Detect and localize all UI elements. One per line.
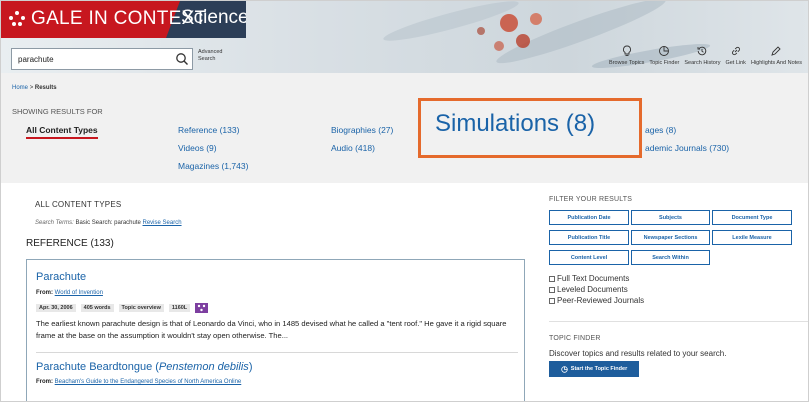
content-type-academic-journals[interactable]: ademic Journals (730) — [645, 143, 729, 153]
start-topic-finder-label: Start the Topic Finder — [570, 366, 628, 372]
breadcrumb-home[interactable]: Home — [12, 85, 28, 91]
filter-lexile-measure[interactable]: Lexile Measure — [712, 230, 792, 245]
checkbox-peer-reviewed[interactable]: Peer-Reviewed Journals — [549, 295, 644, 306]
topic-finder-label: Topic Finder — [649, 60, 680, 66]
filter-document-type[interactable]: Document Type — [712, 210, 792, 225]
browse-topics-button[interactable]: Browse Topics — [609, 45, 644, 66]
result-date: Apr. 30, 2006 — [36, 304, 76, 312]
search-terms: Search Terms: Basic Search: parachute Re… — [35, 220, 182, 226]
simulations-callout-text[interactable]: Simulations (8) — [435, 110, 595, 138]
result-lexile: 1160L — [168, 304, 191, 312]
checkbox-box[interactable] — [549, 297, 555, 304]
source-link-2[interactable]: Beacham's Guide to the Endangered Specie… — [55, 379, 242, 385]
filter-checkboxes: Full Text Documents Leveled Documents Pe… — [549, 273, 644, 306]
gale-logo-icon — [9, 11, 25, 27]
search-box — [11, 48, 193, 70]
search-history-button[interactable]: Search History — [684, 45, 720, 66]
content-type-reference[interactable]: Reference (133) — [178, 125, 239, 135]
right-divider — [549, 321, 808, 322]
content-type-biographies[interactable]: Biographies (27) — [331, 125, 393, 135]
search-icon[interactable] — [175, 52, 189, 66]
content-type-images[interactable]: ages (8) — [645, 125, 676, 135]
result-source: From: World of Invention — [36, 290, 103, 296]
from-label-2: From: — [36, 379, 53, 385]
result-meta: Apr. 30, 2006 405 words Topic overview 1… — [36, 303, 209, 313]
toolbar: Browse Topics Topic Finder Search Histor… — [609, 45, 802, 66]
browse-topics-label: Browse Topics — [609, 60, 645, 66]
breadcrumb-separator: > — [29, 85, 34, 91]
filter-publication-date[interactable]: Publication Date — [549, 210, 629, 225]
pencil-icon — [771, 46, 782, 56]
brand-bar: GALE IN CONTEXT Science — [1, 1, 246, 38]
lightbulb-icon — [622, 45, 631, 56]
content-type-all[interactable]: All Content Types — [26, 125, 98, 139]
filter-content-level[interactable]: Content Level — [549, 250, 629, 265]
simulations-callout[interactable]: Simulations (8) — [418, 98, 642, 158]
filter-search-within[interactable]: Search Within — [631, 250, 710, 265]
topic-finder-title: TOPIC FINDER — [549, 335, 601, 342]
results-summary-panel: Home > Results SHOWING RESULTS FOR All C… — [1, 73, 808, 183]
breadcrumb: Home > Results — [12, 85, 57, 91]
search-input[interactable] — [12, 49, 167, 69]
source-link[interactable]: World of Invention — [55, 290, 103, 296]
result-source-2: From: Beacham's Guide to the Endangered … — [36, 379, 241, 385]
history-icon — [697, 46, 707, 56]
filter-publication-title[interactable]: Publication Title — [549, 230, 629, 245]
content-type-videos[interactable]: Videos (9) — [178, 143, 217, 153]
results-section-label: ALL CONTENT TYPES — [35, 200, 122, 209]
result-word-count: 405 words — [80, 304, 114, 312]
product-name[interactable]: Science — [181, 7, 246, 29]
filter-title: FILTER YOUR RESULTS — [549, 196, 633, 203]
app-window: GALE IN CONTEXT Science Advanced Search … — [0, 0, 809, 402]
topic-finder-icon — [561, 365, 568, 373]
highlights-notes-label: Highlights And Notes — [750, 60, 802, 66]
from-label: From: — [36, 290, 53, 296]
simulation-badge-icon — [195, 303, 209, 313]
reference-results-list: Parachute From: World of Invention Apr. … — [26, 259, 525, 401]
search-terms-label: Search Terms: — [35, 220, 74, 226]
checkbox-leveled[interactable]: Leveled Documents — [549, 284, 644, 295]
search-terms-value: Basic Search: parachute — [75, 220, 141, 226]
get-link-label: Get Link — [725, 60, 746, 66]
checkbox-full-text[interactable]: Full Text Documents — [549, 273, 644, 284]
revise-search-link[interactable]: Revise Search — [143, 220, 182, 226]
showing-results-label: SHOWING RESULTS FOR — [12, 107, 103, 116]
result-title-2[interactable]: Parachute Beardtongue (Penstemon debilis… — [36, 361, 252, 373]
get-link-button[interactable]: Get Link — [725, 45, 746, 66]
highlights-notes-button[interactable]: Highlights And Notes — [751, 45, 802, 66]
result-divider — [36, 352, 518, 353]
advanced-search-link[interactable]: Advanced Search — [198, 49, 238, 63]
filter-newspaper-sections[interactable]: Newspaper Sections — [631, 230, 710, 245]
result-doc-type: Topic overview — [118, 304, 164, 312]
link-icon — [731, 46, 740, 56]
start-topic-finder-button[interactable]: Start the Topic Finder — [549, 361, 639, 377]
filter-subjects[interactable]: Subjects — [631, 210, 710, 225]
topic-finder-icon — [659, 46, 670, 56]
result-snippet: The earliest known parachute design is t… — [36, 319, 507, 340]
checkbox-box[interactable] — [549, 275, 555, 282]
reference-heading: REFERENCE (133) — [26, 238, 114, 249]
search-history-label: Search History — [684, 60, 721, 66]
filter-grid: Publication Date Subjects Document Type … — [549, 210, 792, 266]
result-title[interactable]: Parachute — [36, 271, 86, 283]
topic-finder-description: Discover topics and results related to y… — [549, 349, 727, 358]
header: GALE IN CONTEXT Science Advanced Search … — [1, 1, 808, 73]
breadcrumb-current: Results — [34, 85, 57, 91]
content-type-magazines[interactable]: Magazines (1,743) — [178, 161, 248, 171]
content-type-audio[interactable]: Audio (418) — [331, 143, 375, 153]
checkbox-box[interactable] — [549, 286, 555, 293]
topic-finder-button[interactable]: Topic Finder — [649, 45, 679, 66]
